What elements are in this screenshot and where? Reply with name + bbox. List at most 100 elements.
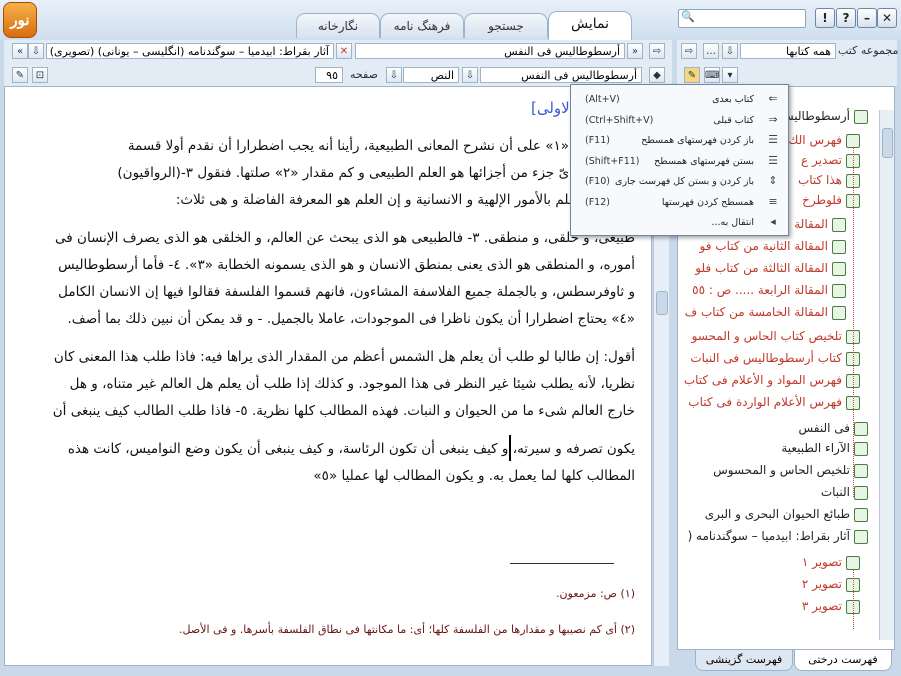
tree-node[interactable]: كتاب أرسطوطاليس فى النبات [690,349,860,367]
wrench-tool-icon[interactable]: ✎ [684,67,700,83]
tree-node[interactable]: فهرس الأعلام الواردة فى كتاب [688,393,860,411]
tree-node-label: فهرس المواد و الأعلام فى كتاب [683,373,842,387]
menu-item-shortcut: (F11) [585,135,610,146]
book-icon [854,485,868,500]
tree-node[interactable]: فى النفس [798,419,868,437]
page-icon [832,305,846,320]
tree-node[interactable]: طبائع الحيوان البحرى و البرى [705,505,868,523]
more-button[interactable]: … [703,43,719,59]
menu-item-label: باز کردن فهرستهای همسطح [641,135,754,146]
tree-node[interactable]: المقالة الخامسة من كتاب ف [685,303,846,321]
context-menu-item[interactable]: ≡ همسطح کردن فهرستها (F12) [571,192,788,214]
section-dropdown-icon[interactable]: ⇩ [386,67,402,83]
book-group-field[interactable]: همه کتابها [740,43,836,59]
down-arrow-button[interactable]: ⇩ [28,43,44,59]
tree-node[interactable]: المقالة الرابعة ..... ص : ٥٥ [692,281,846,299]
book-title-field[interactable]: أرسطوطاليس فى النفس [355,43,625,59]
tree-node-label: النبات [820,485,850,499]
tree-node-label: كتاب أرسطوطاليس فى النبات [690,351,842,365]
text-line: خارج العالم شىء ما من الحيوان و النبات. … [52,403,635,419]
search-icon[interactable]: 🔍 [681,10,695,23]
context-menu-item[interactable]: ⇐ کتاب بعدی (Alt+V) [571,89,788,111]
tree-node[interactable]: فهرس المواد و الأعلام فى كتاب [684,371,860,389]
tree-node[interactable]: تصوير ١ [802,553,860,571]
layout-icon[interactable]: ⊡ [32,67,48,83]
flatten-icon: ≡ [768,194,778,208]
heading-fragment: الاولى] [531,99,574,117]
quick-search-input[interactable] [678,9,806,28]
tree-node[interactable]: المقالة الثالثة من كتاب فلو [695,259,846,277]
section-field[interactable]: النص [403,67,459,83]
context-menu-item[interactable]: ☰ بستن فهرستهای همسطح (Shift+F11) [571,151,788,173]
tab-display[interactable]: نمایش [548,11,632,40]
tree-scrollbar[interactable] [879,110,894,640]
menu-item-label: همسطح کردن فهرستها [661,196,754,208]
context-menu-item[interactable]: ☰ باز کردن فهرستهای همسطح (F11) [571,130,788,152]
tree-node[interactable]: تصوير ٣ [802,597,860,615]
text-line: «٤» يحتاج اضطرارا أن يكون ناظرا فى الموج… [67,311,635,327]
page-icon [832,217,846,232]
tab-selective-index[interactable]: فهرست گزینشی [695,650,793,671]
tree-node[interactable]: آثار بقراط: ابيدميا – سوگندنامه ( [688,527,868,545]
tab-tree-index[interactable]: فهرست درختی [794,650,892,671]
tree-node[interactable]: المقالة الثانية من كتاب فو [700,237,846,255]
minimize-button[interactable]: – [857,8,877,28]
keyboard-icon[interactable]: ⌨ [704,67,720,83]
collapse-level-icon: ☰ [768,153,778,167]
book-field[interactable]: أرسطوطاليس فى النفس [480,67,642,83]
page-number-input[interactable]: ٩٥ [315,67,343,83]
page-icon [832,239,846,254]
text-line: و ثاوفرسطس، و بالجملة جميع الفلاسفة المش… [58,284,635,300]
tree-node[interactable]: فهرس الك [789,131,860,149]
tree-node[interactable]: فلوطرخ [802,191,860,209]
tree-node[interactable]: تصدير ع [801,151,860,169]
text-line: كنا مزمعين «١» على أن نشرح المعانى الطبي… [127,138,635,154]
tree-node-label: المقالة الثانية من كتاب فو [699,239,828,253]
book-dropdown-icon[interactable]: ⇩ [462,67,478,83]
book-icon [854,529,868,544]
tag-icon[interactable]: ◆ [649,67,665,83]
tree-node-label: هذا كتاب [797,173,842,187]
tree-node-label: آثار بقراط: ابيدميا – سوگندنامه ( [687,529,850,543]
text-line: طبيعى، و خلقى، و منطقى. ٣- فالطبيعى هو ا… [55,230,635,246]
second-book-field[interactable]: آثار بقراط: ابيدميا – سوگندنامه (انگليسی… [46,43,334,59]
next-book-icon: ⇐ [768,92,778,105]
tree-node[interactable]: أرسطوطاليس [779,107,868,125]
dropdown-icon[interactable]: ▾ [722,67,738,83]
forward-icon[interactable]: ⇨ [649,43,665,59]
tree-node[interactable]: المقالة [794,215,846,233]
tree-node[interactable]: تصوير ٢ [802,575,860,593]
book-icon [854,421,868,436]
tree-node[interactable]: تلخيص كتاب الحاس و المحسو [692,327,860,345]
context-menu-item[interactable]: ◂ انتقال به... [571,212,788,234]
page-label: صفحه [350,68,378,81]
scrollbar-thumb[interactable] [656,291,668,315]
context-menu-item[interactable]: ⇕ باز کردن و بستن کل فهرست جاری (F10) [571,171,788,193]
tree-node-label: فهرس الك [788,133,842,147]
tab-dictionary[interactable]: فرهنگ نامه [380,13,464,38]
document-pane: الاولى] كنا مزمعين «١» على أن نشرح المعا… [4,86,652,666]
prev-item-button[interactable]: « [12,43,28,59]
tree-node[interactable]: هذا كتاب [798,171,860,189]
tree-node-label: تصوير ٢ [801,577,842,591]
tree-node[interactable]: تلخيص الحاس و المحسوس [713,461,868,479]
group-dropdown-icon[interactable]: ⇩ [722,43,738,59]
tab-search[interactable]: جستجو [464,13,548,38]
next-item-button[interactable]: » [627,43,643,59]
text-line: يكون تصرفه و سيرته، و كيف ينبغى أن تكون … [67,441,635,457]
tree-scrollbar-thumb[interactable] [882,128,893,158]
forward-icon-2[interactable]: ⇨ [681,43,697,59]
text-cursor [509,435,511,461]
text-line: المطالب كلها لما يعمل به. و يكون المطالب… [313,468,635,484]
info-button[interactable]: ! [815,8,835,28]
tree-node[interactable]: النبات [821,483,868,501]
help-button[interactable]: ? [836,8,856,28]
context-menu-item[interactable]: ⇒ کتاب قبلی (Ctrl+Shift+V) [571,110,788,132]
book-icon [854,507,868,522]
footnote: (٢) أى كم نصيبها و مقدارها من الفلسفة كل… [179,623,635,636]
close-field-icon[interactable]: ✕ [336,43,352,59]
close-button[interactable]: ✕ [877,8,897,28]
tab-gallery[interactable]: نگارخانه [296,13,380,38]
wrench-icon[interactable]: ✎ [12,67,28,83]
tree-node[interactable]: الآراء الطبيعية [781,439,868,457]
